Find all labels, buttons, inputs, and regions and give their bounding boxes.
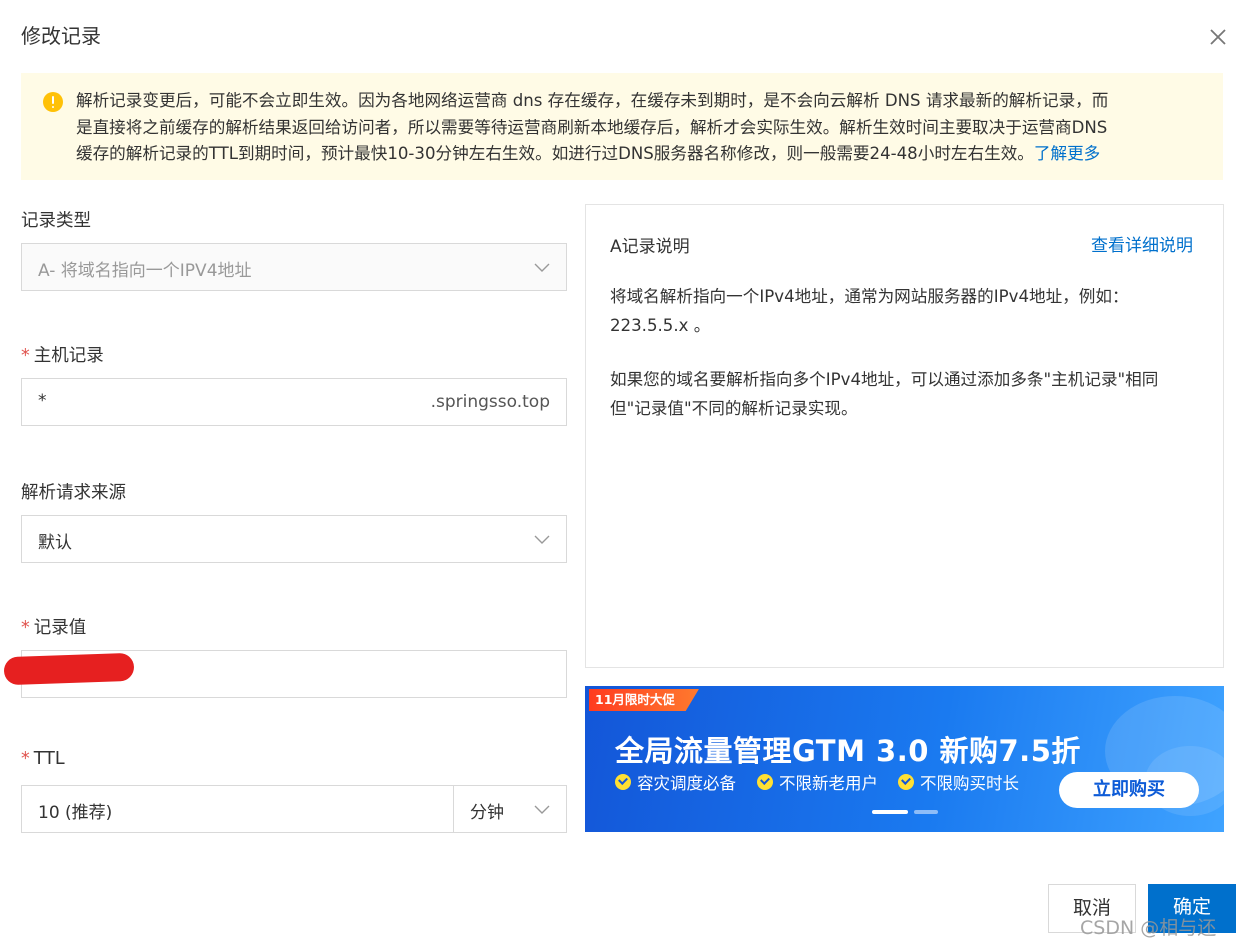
banner-feature: 不限购买时长 (898, 770, 1019, 794)
required-mark: * (21, 618, 30, 638)
warning-icon (43, 92, 63, 112)
chevron-down-icon (534, 263, 550, 273)
record-type-value: A- 将域名指向一个IPV4地址 (38, 261, 252, 281)
record-info-panel: A记录说明 查看详细说明 将域名解析指向一个IPv4地址，通常为网站服务器的IP… (585, 204, 1224, 668)
check-icon (615, 774, 631, 790)
banner-title: 全局流量管理GTM 3.0 新购7.5折 (615, 734, 1081, 768)
ttl-unit-select[interactable]: 分钟 (453, 785, 567, 833)
record-value-label: * 记录值 (21, 618, 87, 638)
check-icon (898, 774, 914, 790)
alert-text: 解析记录变更后，可能不会立即生效。因为各地网络运营商 dns 存在缓存，在缓存未… (76, 88, 1216, 168)
record-type-label: 记录类型 (21, 211, 91, 231)
required-mark: * (21, 749, 30, 769)
ttl-unit-value: 分钟 (470, 803, 504, 823)
ttl-value: 10 (推荐) (38, 803, 113, 823)
chevron-down-icon (534, 535, 550, 545)
source-select[interactable]: 默认 (21, 515, 567, 563)
panel-paragraph: 将域名解析指向一个IPv4地址，通常为网站服务器的IPv4地址，例如： 223.… (610, 287, 1129, 335)
ttl-input[interactable]: 10 (推荐) (21, 785, 454, 833)
host-value: * (38, 391, 47, 411)
carousel-dot-active[interactable] (872, 810, 908, 814)
banner-feature: 不限新老用户 (757, 770, 878, 794)
host-input[interactable]: * .springsso.top (21, 378, 567, 426)
view-details-link[interactable]: 查看详细说明 (1091, 231, 1193, 256)
learn-more-link[interactable]: 了解更多 (1034, 144, 1100, 163)
watermark: CSDN @相与还 (1080, 917, 1217, 939)
record-type-select[interactable]: A- 将域名指向一个IPV4地址 (21, 243, 567, 291)
buy-now-button[interactable]: 立即购买 (1059, 772, 1199, 808)
check-icon (757, 774, 773, 790)
required-mark: * (21, 346, 30, 366)
promo-tag: 11月限时大促 (589, 689, 699, 711)
banner-feature: 容灾调度必备 (615, 770, 736, 794)
alert-line: 解析记录变更后，可能不会立即生效。因为各地网络运营商 dns 存在缓存，在缓存未… (76, 91, 1109, 110)
alert-line: 缓存的解析记录的TTL到期时间，预计最快10-30分钟左右生效。如进行过DNS服… (76, 144, 1101, 163)
source-value: 默认 (38, 533, 72, 553)
dialog-title: 修改记录 (21, 24, 101, 48)
alert-banner: 解析记录变更后，可能不会立即生效。因为各地网络运营商 dns 存在缓存，在缓存未… (21, 73, 1223, 180)
ttl-label: * TTL (21, 749, 65, 769)
redaction-mark (3, 652, 135, 686)
domain-suffix: .springsso.top (430, 392, 550, 412)
chevron-down-icon (534, 805, 550, 815)
close-icon[interactable] (1205, 24, 1231, 50)
host-label: * 主机记录 (21, 346, 104, 366)
carousel-dot[interactable] (914, 810, 938, 814)
promo-banner[interactable]: 11月限时大促 全局流量管理GTM 3.0 新购7.5折 容灾调度必备 不限新老… (585, 686, 1224, 832)
panel-title: A记录说明 (610, 237, 690, 257)
panel-paragraph: 如果您的域名要解析指向多个IPv4地址，可以通过添加多条"主机记录"相同 但"记… (610, 370, 1159, 418)
source-label: 解析请求来源 (21, 483, 126, 503)
alert-line: 是直接将之前缓存的解析结果返回给访问者，所以需要等待运营商刷新本地缓存后，解析才… (76, 117, 1108, 137)
